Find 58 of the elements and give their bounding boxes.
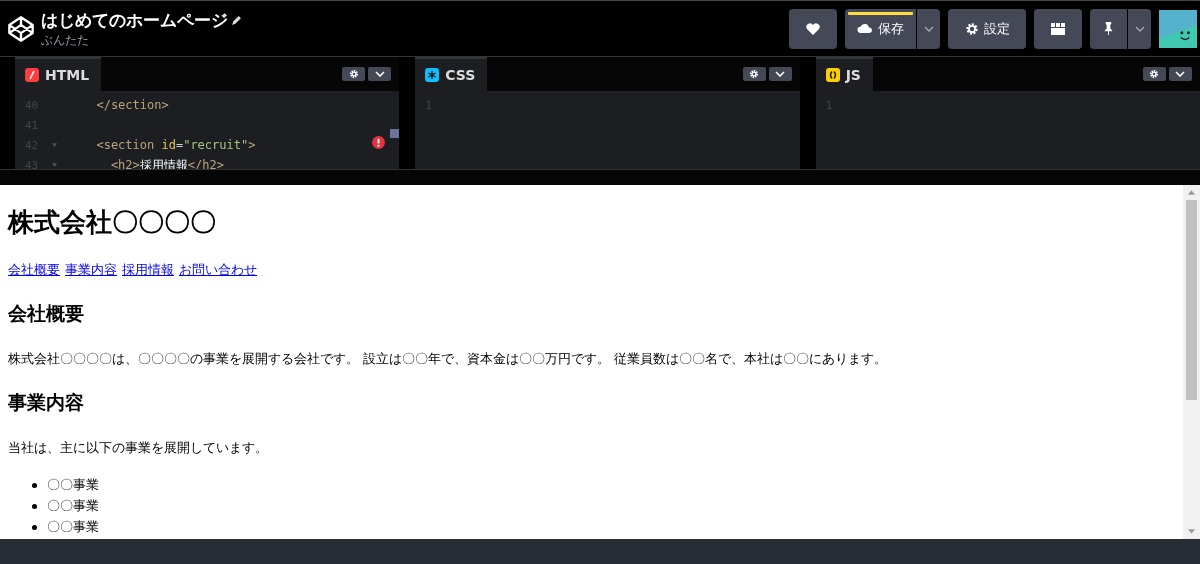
section-paragraph: 当社は、主に以下の事業を展開しています。 (8, 440, 269, 457)
editor-tab[interactable]: HTML (15, 57, 102, 91)
section-heading: 会社概要 (8, 301, 85, 326)
code-line: <section id="recruit"> (95, 138, 256, 152)
error-icon[interactable] (372, 136, 386, 149)
avatar-icon[interactable] (1159, 9, 1197, 48)
editor-settings-button[interactable] (342, 67, 366, 81)
list-item: 〇〇事業 (47, 477, 99, 494)
editor-tab[interactable]: JS (815, 57, 873, 91)
cube-logo-icon[interactable] (7, 14, 35, 43)
layout-button[interactable] (1034, 8, 1082, 49)
minimap-marker (390, 129, 400, 138)
nav-link[interactable]: 会社概要 (8, 261, 60, 279)
layout-icon (1050, 21, 1066, 36)
editor-collapse-button[interactable] (1169, 67, 1192, 81)
gear-icon (1149, 69, 1160, 79)
scrollbar-thumb[interactable] (1186, 200, 1197, 400)
nav-link[interactable]: 採用情報 (122, 261, 174, 279)
scrollbar[interactable] (1183, 185, 1200, 539)
project-title[interactable]: はじめてのホームページ (41, 8, 228, 32)
chevron-down-icon (775, 71, 786, 77)
chevron-down-icon (923, 25, 934, 32)
pencil-icon[interactable] (231, 14, 242, 26)
section-paragraph: 株式会社〇〇〇〇は、〇〇〇〇の事業を展開する会社です。 設立は〇〇年で、資本金は〇〇万円です。 従業員数は〇〇名で、本社は〇〇にあります。 (8, 351, 888, 368)
gear-icon (348, 69, 359, 79)
editor-collapse-button[interactable] (768, 67, 792, 81)
save-options-button[interactable] (917, 8, 940, 49)
settings-button[interactable]: 設定 (948, 8, 1026, 49)
heart-button[interactable] (789, 8, 837, 49)
chevron-down-icon (1175, 71, 1186, 77)
pin-options-button[interactable] (1128, 8, 1151, 49)
language-icon (825, 68, 840, 82)
nav-link[interactable]: お問い合わせ (179, 261, 257, 279)
editor-settings-button[interactable] (1143, 67, 1166, 81)
section-heading: 事業内容 (8, 390, 85, 415)
bullet-icon (32, 483, 37, 488)
nav-link[interactable]: 事業内容 (65, 261, 117, 279)
heart-icon (806, 22, 820, 35)
language-icon (425, 68, 440, 82)
editor-settings-button[interactable] (742, 67, 766, 81)
code-line: </section> (95, 98, 169, 112)
pin-icon (1103, 21, 1114, 36)
bullet-icon (32, 504, 37, 509)
page-heading: 株式会社〇〇〇〇 (8, 206, 217, 239)
pin-button[interactable] (1090, 8, 1127, 49)
save-button[interactable]: 保存 (845, 8, 916, 49)
list-item: 〇〇事業 (47, 519, 99, 536)
list-item: 〇〇事業 (47, 498, 99, 515)
chevron-down-icon (374, 71, 385, 77)
gear-icon (964, 21, 979, 36)
cloud-icon (857, 23, 873, 34)
gear-icon (749, 69, 760, 79)
editor-tab[interactable]: CSS (415, 57, 488, 91)
chevron-down-icon (1134, 25, 1145, 32)
author-name[interactable]: ぶんたた (41, 31, 242, 49)
language-icon (25, 68, 39, 82)
editor-collapse-button[interactable] (368, 67, 392, 81)
bullet-icon (32, 525, 37, 530)
